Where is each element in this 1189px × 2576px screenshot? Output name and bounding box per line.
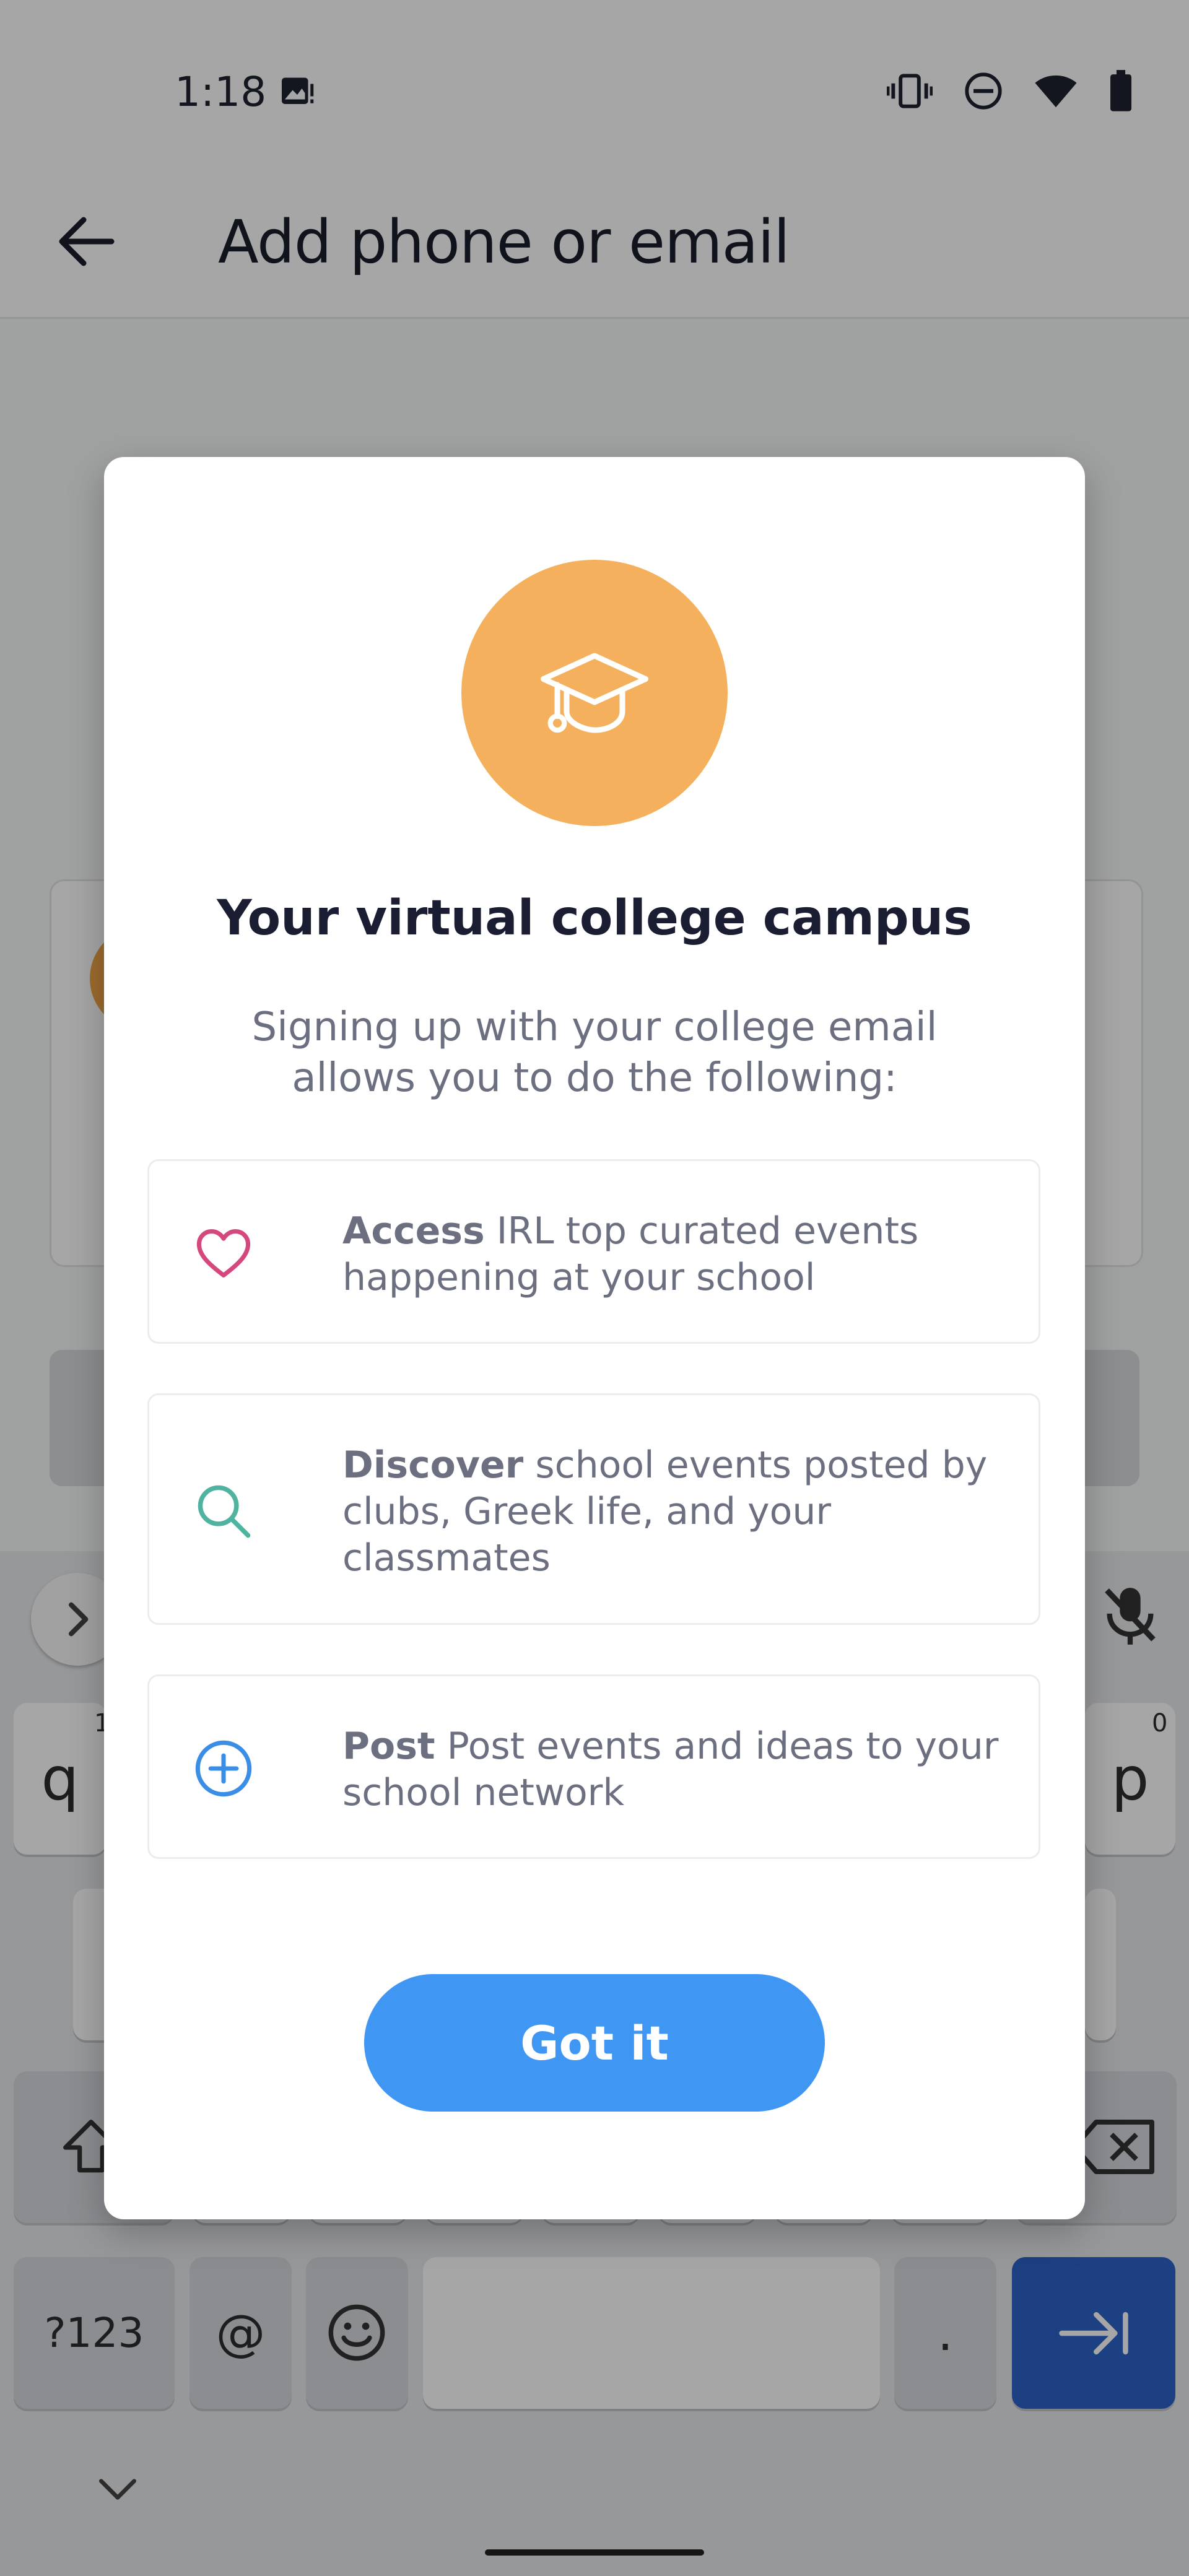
heart-icon	[196, 1229, 251, 1277]
got-it-button[interactable]: Got it	[364, 1974, 825, 2112]
college-campus-dialog: Your virtual college campus Signing up w…	[104, 457, 1085, 2219]
feature-text-post: Post Post events and ideas to your schoo…	[342, 1723, 999, 1816]
plus-circle-icon	[195, 1740, 252, 1797]
feature-text-discover: Discover school events posted by clubs, …	[342, 1442, 999, 1582]
feature-card-discover: Discover school events posted by clubs, …	[147, 1393, 1040, 1625]
search-icon	[198, 1485, 251, 1538]
hero-circle	[461, 560, 728, 826]
feature-desc-post: Post events and ideas to your school net…	[342, 1725, 999, 1814]
feature-bold-post: Post	[342, 1725, 435, 1768]
feature-card-access: Access IRL top curated events happening …	[147, 1159, 1040, 1344]
dialog-title: Your virtual college campus	[217, 890, 972, 946]
feature-bold-access: Access	[342, 1209, 485, 1253]
dialog-subtitle: Signing up with your college email allow…	[251, 1004, 938, 1101]
graduation-cap-icon	[541, 653, 648, 733]
feature-bold-discover: Discover	[342, 1443, 524, 1487]
feature-card-post: Post Post events and ideas to your schoo…	[147, 1674, 1040, 1859]
feature-text-access: Access IRL top curated events happening …	[342, 1208, 999, 1301]
